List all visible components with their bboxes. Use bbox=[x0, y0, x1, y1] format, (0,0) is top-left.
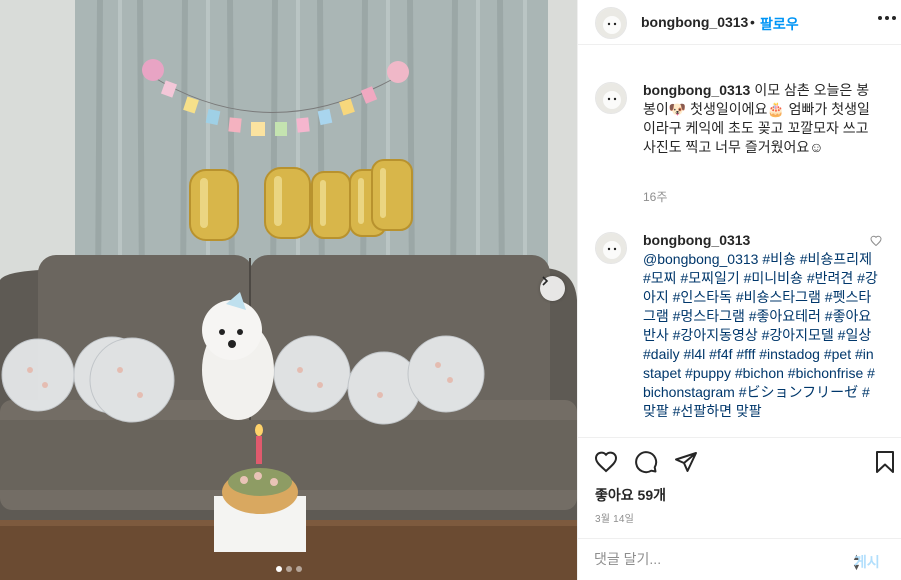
avatar[interactable] bbox=[595, 82, 627, 114]
comment-icon[interactable] bbox=[634, 450, 658, 474]
post-side-panel: bongbong_0313 • 팔로우 bongbong_0313 이모 삼촌 오… bbox=[577, 0, 901, 580]
comment-body: bongbong_0313 이모 삼촌 오늘은 봉봉이🐶 첫생일이에요🎂 엄빠가 … bbox=[643, 81, 878, 157]
post-author-username[interactable]: bongbong_0313 bbox=[641, 14, 748, 30]
carousel-dot bbox=[295, 566, 302, 572]
comment-time[interactable]: 16주 bbox=[643, 188, 667, 205]
like-comment-heart-icon[interactable] bbox=[870, 235, 882, 247]
post-actions-bar bbox=[578, 437, 901, 481]
dog-avatar-icon bbox=[596, 233, 626, 263]
avatar[interactable] bbox=[595, 7, 627, 39]
share-icon[interactable] bbox=[674, 450, 698, 474]
chevron-right-icon bbox=[542, 276, 549, 286]
photo-illustration bbox=[0, 0, 577, 580]
post-photo[interactable] bbox=[0, 0, 577, 580]
dog-avatar-icon bbox=[596, 83, 626, 113]
more-options-icon[interactable] bbox=[878, 16, 896, 20]
separator-dot: • bbox=[750, 14, 755, 30]
comments-list[interactable]: bongbong_0313 이모 삼촌 오늘은 봉봉이🐶 첫생일이에요🎂 엄빠가 … bbox=[578, 65, 901, 437]
bookmark-icon[interactable] bbox=[874, 450, 896, 474]
add-comment-form: ▲▼ 게시 bbox=[578, 538, 901, 580]
comment-username[interactable]: bongbong_0313 bbox=[643, 82, 750, 98]
post-date[interactable]: 3월 14일 bbox=[595, 510, 634, 525]
carousel-dot bbox=[275, 566, 282, 572]
comment-username[interactable]: bongbong_0313 bbox=[643, 232, 750, 248]
hashtag-comment: bongbong_0313 @bongbong_0313 #비숑 #비숑프리제 … bbox=[578, 215, 901, 437]
instagram-post-modal: bongbong_0313 • 팔로우 bongbong_0313 이모 삼촌 오… bbox=[0, 0, 901, 580]
dog-avatar-icon bbox=[596, 8, 626, 38]
heart-icon[interactable] bbox=[594, 450, 618, 474]
avatar[interactable] bbox=[595, 232, 627, 264]
caption-comment: bongbong_0313 이모 삼촌 오늘은 봉봉이🐶 첫생일이에요🎂 엄빠가 … bbox=[578, 65, 901, 215]
carousel-next-button[interactable] bbox=[540, 276, 565, 301]
post-comment-button[interactable]: 게시 bbox=[854, 552, 880, 572]
comment-input[interactable] bbox=[594, 551, 844, 567]
follow-button[interactable]: 팔로우 bbox=[760, 14, 799, 34]
likes-count[interactable]: 좋아요 59개 bbox=[595, 485, 666, 505]
comment-body: bongbong_0313 @bongbong_0313 #비숑 #비숑프리제 … bbox=[643, 231, 878, 421]
comment-hashtags[interactable]: @bongbong_0313 #비숑 #비숑프리제 #모찌 #모찌일기 #미니비… bbox=[643, 251, 878, 419]
post-header: bongbong_0313 • 팔로우 bbox=[578, 0, 901, 45]
carousel-indicator bbox=[0, 566, 577, 572]
carousel-dot bbox=[285, 566, 292, 572]
